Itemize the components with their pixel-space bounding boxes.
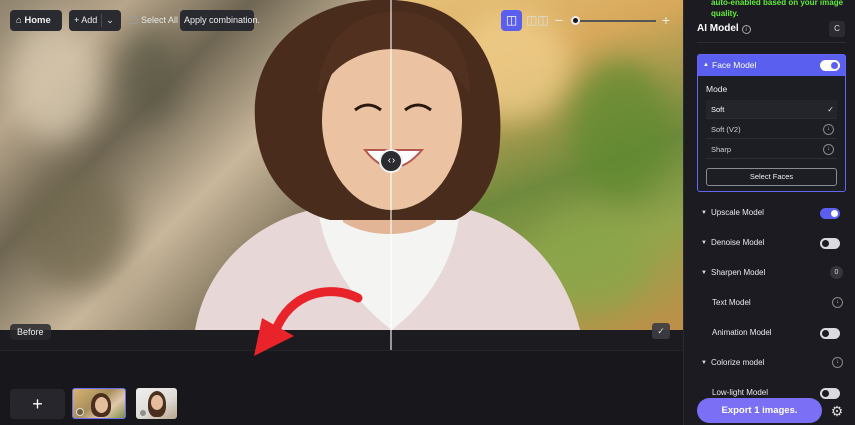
caret-down-icon: ▼ (701, 270, 707, 276)
add-label: + Add (74, 15, 98, 25)
zoom-in-button[interactable]: + (659, 10, 673, 31)
export-button[interactable]: Export 1 images. (697, 398, 822, 423)
model-label: Low-light Model (712, 388, 769, 397)
caret-up-icon: ▲ (703, 62, 709, 68)
model-label: Animation Model (712, 328, 772, 337)
check-icon: ✓ (827, 105, 834, 114)
auto-enable-note: auto-enabled based on your image quality… (711, 0, 844, 18)
model-row-denoise[interactable]: ▼ Denoise Model (697, 233, 846, 253)
ai-model-panel: auto-enabled based on your image quality… (683, 0, 855, 425)
gear-icon[interactable]: ⚙ (829, 403, 845, 419)
add-image-button[interactable]: + (10, 389, 65, 419)
compare-divider[interactable] (390, 0, 392, 350)
download-icon[interactable]: ↓ (823, 144, 834, 155)
download-icon[interactable]: ↓ (832, 297, 843, 308)
upscale-toggle[interactable] (820, 208, 840, 219)
mode-option-label: Soft (V2) (711, 125, 741, 134)
image-thumbnail[interactable] (72, 388, 126, 419)
add-separator (101, 14, 103, 28)
model-label: Upscale Model (711, 208, 764, 217)
zoom-slider[interactable] (572, 20, 656, 22)
home-button[interactable]: ⌂ Home (10, 10, 62, 31)
face-model-label: Face Model (712, 60, 757, 70)
before-label: Before (10, 324, 51, 340)
model-label: Colorize model (711, 358, 765, 367)
sharpen-count-badge: 0 (830, 266, 843, 279)
mode-option-soft[interactable]: Soft ✓ (706, 100, 837, 119)
add-button[interactable]: + Add ⌄ (69, 10, 121, 31)
home-label: Home (24, 15, 51, 26)
thumbnail-status-icon (139, 409, 147, 417)
home-icon: ⌂ (16, 15, 22, 26)
image-canvas[interactable]: ‹ › Before ✓ (0, 0, 683, 350)
checkmark-icon[interactable]: ✓ (652, 323, 670, 339)
panel-title: AI Model i (697, 23, 751, 34)
model-row-colorize[interactable]: ▼ Colorize model ↓ (697, 353, 846, 373)
face-model-card: ▲ Face Model Mode Soft ✓ Soft (V2) ↓ Sha… (697, 54, 846, 192)
after-image (391, 0, 683, 330)
checkbox-icon[interactable] (130, 16, 138, 24)
canvas-footer-strip (0, 330, 683, 350)
download-icon[interactable]: ↓ (823, 124, 834, 135)
model-row-text[interactable]: Text Model ↓ (697, 293, 846, 313)
caret-down-icon: ▼ (701, 360, 707, 366)
mode-label: Mode (706, 84, 728, 94)
select-all-checkbox[interactable]: Select All (130, 10, 178, 31)
single-view-icon[interactable]: ◫ (501, 10, 522, 31)
model-label: Sharpen Model (711, 268, 766, 277)
chevron-down-icon[interactable]: ⌄ (106, 15, 114, 25)
caret-down-icon: ▼ (701, 240, 707, 246)
mode-option-label: Soft (711, 105, 725, 114)
model-row-animation[interactable]: Animation Model (697, 323, 846, 343)
select-all-label: Select All (141, 15, 179, 25)
app-window: ‹ › Before ✓ ⌂ Home + Add ⌄ Select All Ap… (0, 0, 855, 425)
zoom-out-button[interactable]: − (553, 10, 565, 31)
caret-down-icon: ▼ (701, 210, 707, 216)
lowlight-toggle[interactable] (820, 388, 840, 399)
select-faces-button[interactable]: Select Faces (706, 168, 837, 186)
mode-option-sharp[interactable]: Sharp ↓ (706, 140, 837, 159)
apply-combination-button[interactable]: Apply combination. (180, 10, 260, 31)
reset-button[interactable]: C (829, 21, 845, 37)
model-row-upscale[interactable]: ▼ Upscale Model (697, 203, 846, 223)
download-icon[interactable]: ↓ (832, 357, 843, 368)
model-row-sharpen[interactable]: ▼ Sharpen Model 0 (697, 263, 846, 283)
info-icon[interactable]: i (741, 25, 751, 34)
split-view-icon[interactable]: ◫◫ (526, 10, 549, 31)
denoise-toggle[interactable] (820, 238, 840, 249)
face-model-toggle[interactable] (820, 60, 840, 71)
animation-toggle[interactable] (820, 328, 840, 339)
before-image (0, 0, 391, 330)
zoom-slider-knob[interactable] (571, 16, 580, 25)
panel-divider (697, 42, 846, 43)
mode-option-label: Sharp (711, 145, 732, 154)
thumbnail-status-icon (76, 408, 84, 416)
model-label: Text Model (712, 298, 751, 307)
panel-title-text: AI Model (697, 23, 739, 34)
compare-slider-handle[interactable]: ‹ › (379, 149, 403, 173)
image-thumbnail[interactable] (136, 388, 177, 419)
model-label: Denoise Model (711, 238, 765, 247)
face-model-header[interactable]: ▲ Face Model (698, 55, 845, 76)
mode-option-soft-v2[interactable]: Soft (V2) ↓ (706, 120, 837, 139)
